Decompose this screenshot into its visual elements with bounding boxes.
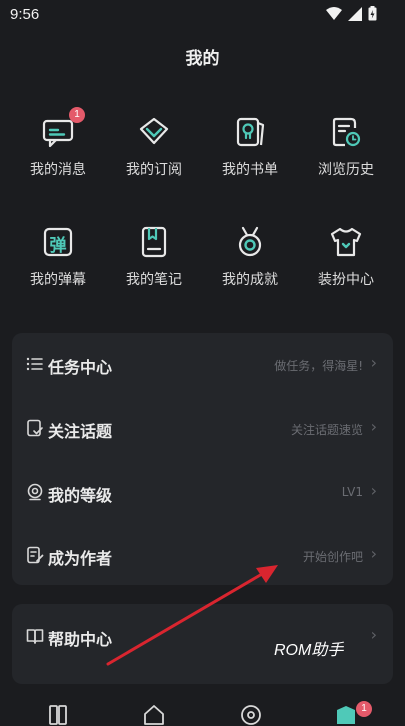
grid-label: 装扮中心	[318, 272, 374, 288]
grid-label: 浏览历史	[318, 162, 374, 178]
menu-item-become-author[interactable]: 成为作者 开始创作吧 ›	[12, 535, 393, 575]
medal-icon	[233, 225, 267, 259]
message-icon: 1	[41, 107, 85, 149]
grid-label: 我的订阅	[126, 162, 182, 178]
status-icons	[326, 6, 377, 21]
chevron-right-icon: ›	[370, 625, 377, 644]
menu-label: 成为作者	[48, 549, 113, 568]
danmaku-glyph: 弹	[49, 236, 67, 256]
wifi-icon	[326, 6, 342, 20]
danmaku-icon: 弹	[41, 225, 75, 259]
discover-icon[interactable]	[240, 704, 262, 726]
grid-label: 我的笔记	[126, 272, 182, 288]
shirt-icon	[329, 225, 363, 259]
note-icon	[137, 225, 171, 259]
profile-icon[interactable]	[335, 704, 357, 726]
chevron-right-icon: ›	[370, 417, 377, 436]
battery-icon	[368, 6, 377, 21]
diamond-subscribe-icon	[137, 115, 171, 149]
list-icon	[26, 357, 43, 371]
watermark-text: ROM助手	[274, 642, 344, 659]
grid-label: 我的弹幕	[30, 272, 86, 288]
signal-icon	[348, 6, 362, 21]
grid-item-achievements[interactable]: 我的成就	[202, 225, 298, 289]
help-book-icon	[26, 629, 44, 644]
menu-item-level[interactable]: 我的等级 LV1 ›	[12, 472, 393, 512]
menu-label: 我的等级	[48, 486, 113, 505]
menu-label: 关注话题	[48, 422, 113, 441]
bottom-nav	[0, 700, 405, 725]
status-time: 9:56	[10, 6, 40, 23]
chevron-right-icon: ›	[370, 353, 377, 372]
grid-item-booklist[interactable]: 我的书单	[202, 115, 298, 179]
grid-item-subscriptions[interactable]: 我的订阅	[106, 115, 202, 179]
menu-hint: 开始创作吧	[302, 550, 363, 564]
page-title: 我的	[185, 49, 220, 69]
home-icon[interactable]	[143, 704, 165, 726]
grid-item-dressup[interactable]: 装扮中心	[298, 225, 394, 289]
grid-label: 我的消息	[30, 162, 86, 178]
grid-item-danmaku[interactable]: 弹 我的弹幕	[10, 225, 106, 289]
message-badge: 1	[69, 107, 85, 123]
menu-panel: 任务中心 做任务，得海星! › 关注话题 关注话题速览 › 我的等级 LV1 ›…	[12, 333, 393, 585]
chevron-right-icon: ›	[370, 544, 377, 563]
chevron-right-icon: ›	[370, 481, 377, 500]
history-icon	[329, 115, 363, 149]
topic-icon	[27, 419, 43, 437]
grid-label: 我的书单	[222, 162, 278, 178]
bookshelf-icon[interactable]	[48, 704, 70, 726]
nav-badge: 1	[356, 701, 372, 717]
grid-item-messages[interactable]: 1 我的消息	[10, 107, 106, 179]
menu-hint: 做任务，得海星!	[274, 359, 363, 373]
grid-item-history[interactable]: 浏览历史	[298, 115, 394, 179]
menu-label: 帮助中心	[48, 630, 113, 649]
menu-item-topics[interactable]: 关注话题 关注话题速览 ›	[12, 408, 393, 448]
author-icon	[27, 546, 44, 564]
booklist-icon	[233, 115, 267, 149]
grid-label: 我的成就	[222, 272, 278, 288]
menu-item-tasks[interactable]: 任务中心 做任务，得海星! ›	[12, 344, 393, 384]
grid-item-notes[interactable]: 我的笔记	[106, 225, 202, 289]
menu-hint: LV1	[341, 485, 363, 499]
menu-hint: 关注话题速览	[290, 423, 363, 437]
level-icon	[27, 483, 43, 501]
status-bar: 9:56	[0, 0, 405, 30]
menu-label: 任务中心	[48, 358, 113, 377]
